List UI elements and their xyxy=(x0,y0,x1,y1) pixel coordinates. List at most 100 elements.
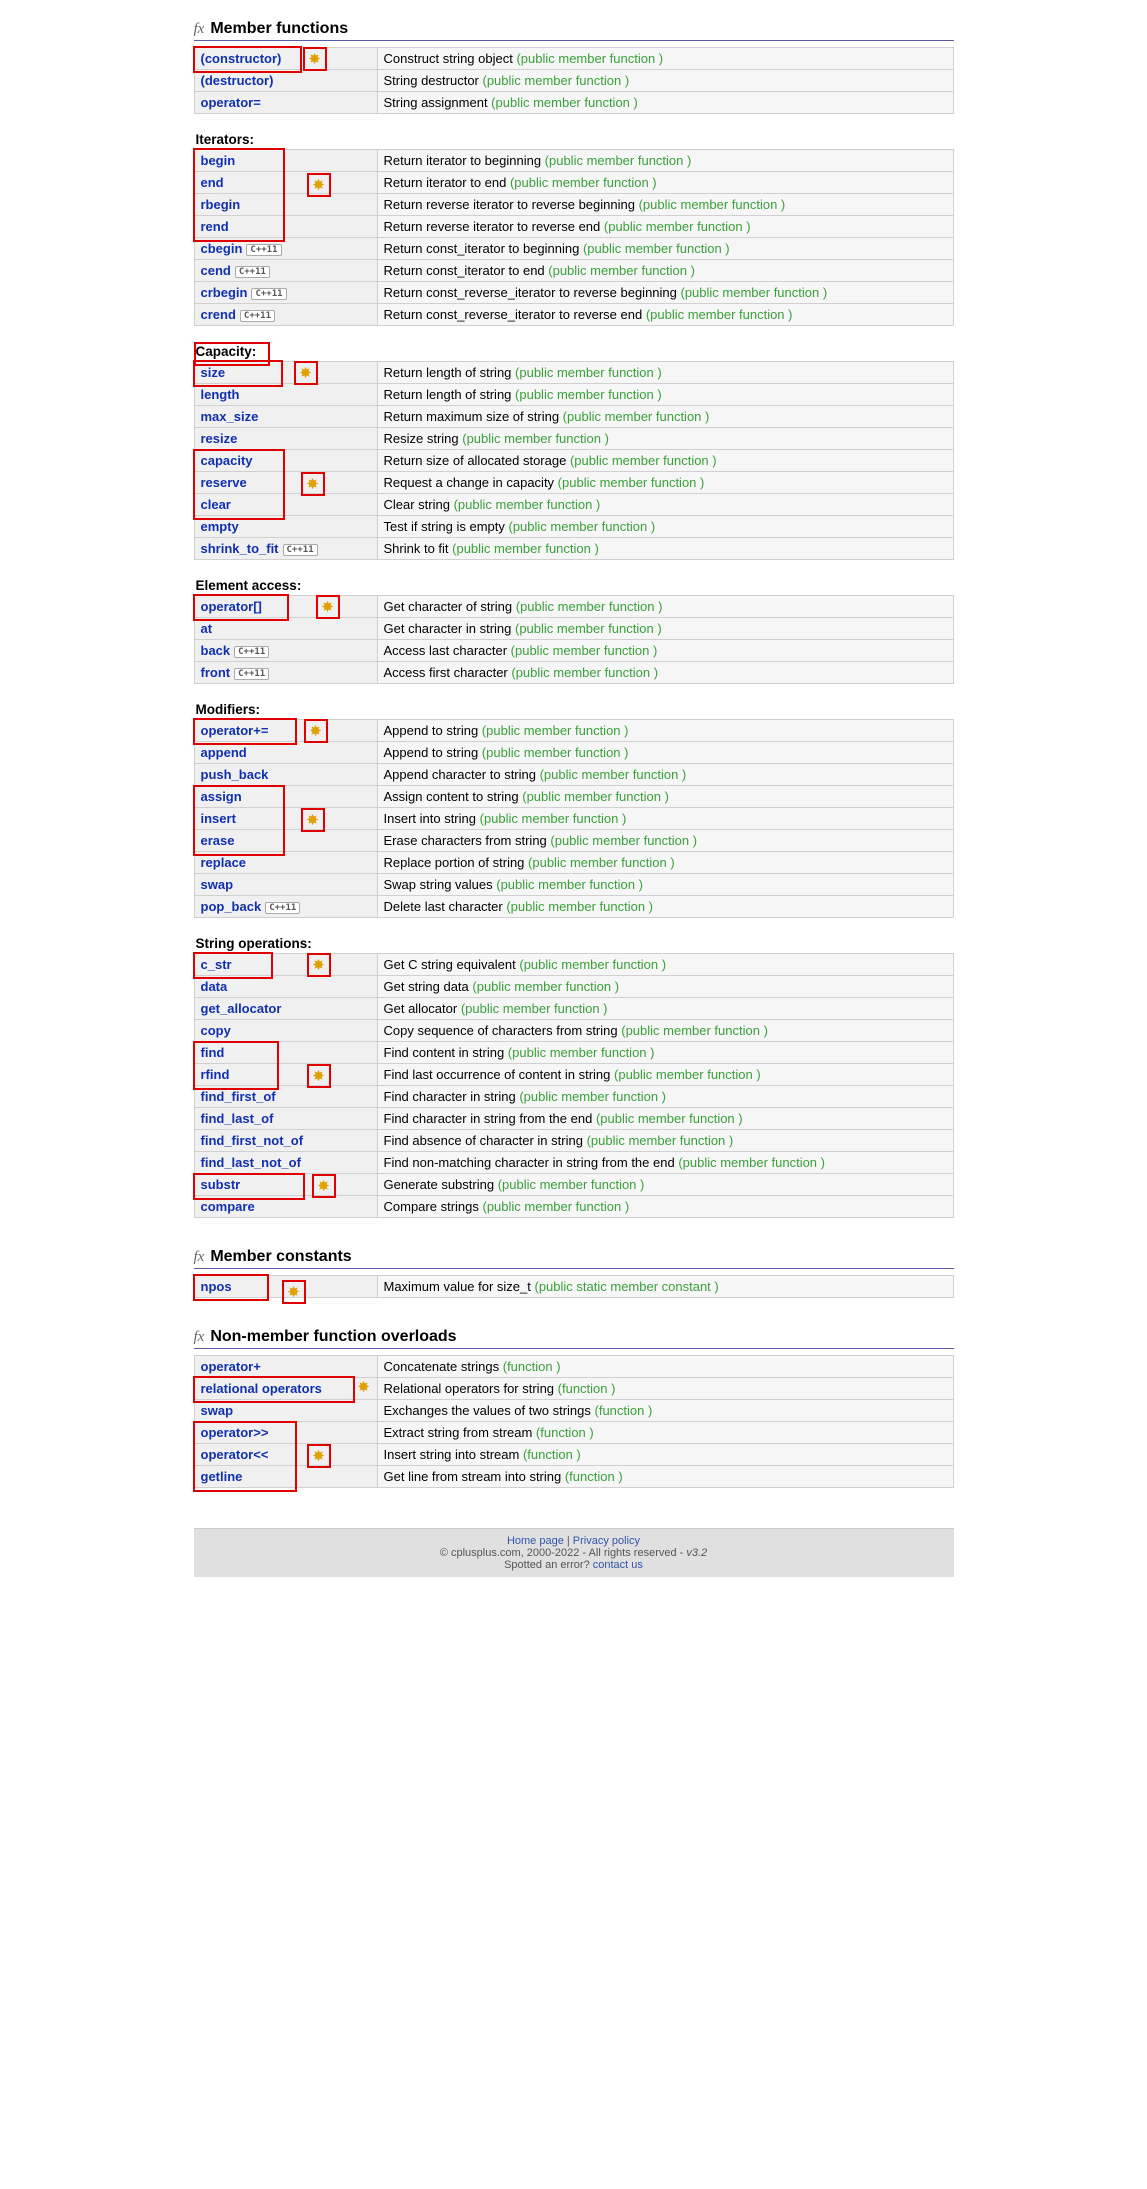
function-link[interactable]: length xyxy=(201,387,240,402)
function-link[interactable]: crbegin xyxy=(201,285,248,300)
function-link[interactable]: assign xyxy=(201,789,242,804)
function-desc-cell: Find content in string (public member fu… xyxy=(377,1042,953,1064)
function-link[interactable]: find_last_not_of xyxy=(201,1155,301,1170)
table-row: substrGenerate substring (public member … xyxy=(194,1174,953,1196)
function-link[interactable]: find_first_not_of xyxy=(201,1133,304,1148)
function-link[interactable]: (constructor) xyxy=(201,51,282,66)
function-link[interactable]: compare xyxy=(201,1199,255,1214)
function-desc-cell: Get C string equivalent (public member f… xyxy=(377,954,953,976)
function-link[interactable]: (destructor) xyxy=(201,73,274,88)
function-link[interactable]: operator+= xyxy=(201,723,269,738)
table-row: nposMaximum value for size_t (public sta… xyxy=(194,1276,953,1298)
table-row: erase Erase characters from string (publi… xyxy=(194,830,953,852)
function-name-cell: length xyxy=(194,384,377,406)
function-link[interactable]: operator= xyxy=(201,95,261,110)
function-link[interactable]: data xyxy=(201,979,228,994)
function-link[interactable]: insert xyxy=(201,811,236,826)
function-link[interactable]: swap xyxy=(201,877,234,892)
function-link[interactable]: rfind xyxy=(201,1067,230,1082)
annotation-star-box: ✸ xyxy=(307,1064,331,1088)
function-link[interactable]: end xyxy=(201,175,224,190)
function-desc-cell: String destructor (public member functio… xyxy=(377,70,953,92)
member-type-label: (public member function ) xyxy=(604,219,751,234)
member-type-label: (public member function ) xyxy=(506,899,653,914)
function-desc: Find absence of character in string xyxy=(384,1133,587,1148)
function-link[interactable]: find_first_of xyxy=(201,1089,276,1104)
function-link[interactable]: reserve xyxy=(201,475,247,490)
member-type-label: (public member function ) xyxy=(480,811,627,826)
function-desc-cell: Erase characters from string (public mem… xyxy=(377,830,953,852)
page-footer: Home page | Privacy policy © cplusplus.c… xyxy=(194,1528,954,1577)
function-link[interactable]: size xyxy=(201,365,226,380)
function-link[interactable]: erase xyxy=(201,833,235,848)
function-link[interactable]: max_size xyxy=(201,409,259,424)
section-heading-member-functions: fx Member functions xyxy=(194,20,954,41)
function-link[interactable]: operator>> xyxy=(201,1425,269,1440)
function-link[interactable]: clear xyxy=(201,497,231,512)
subhead-string-operations: String operations: xyxy=(196,936,312,951)
function-link[interactable]: rbegin xyxy=(201,197,241,212)
cpp11-badge: C++11 xyxy=(234,668,269,680)
function-link[interactable]: copy xyxy=(201,1023,231,1038)
function-link[interactable]: cbegin xyxy=(201,241,243,256)
function-link[interactable]: at xyxy=(201,621,213,636)
function-link[interactable]: find_last_of xyxy=(201,1111,274,1126)
footer-contact-link[interactable]: contact us xyxy=(593,1559,643,1571)
function-link[interactable]: cend xyxy=(201,263,231,278)
footer-home-link[interactable]: Home page xyxy=(507,1535,564,1547)
function-link[interactable]: relational operators xyxy=(201,1381,322,1396)
member-type-label: (public member function ) xyxy=(482,745,629,760)
function-desc-cell: Return const_iterator to end (public mem… xyxy=(377,260,953,282)
function-link[interactable]: get_allocator xyxy=(201,1001,282,1016)
table-row: find_last_ofFind character in string fro… xyxy=(194,1108,953,1130)
function-desc: Copy sequence of characters from string xyxy=(384,1023,622,1038)
function-link[interactable]: operator+ xyxy=(201,1359,261,1374)
function-name-cell: crbeginC++11 xyxy=(194,282,377,304)
function-name-cell: copy xyxy=(194,1020,377,1042)
member-type-label: (public member function ) xyxy=(558,475,705,490)
fx-icon: fx xyxy=(194,1329,205,1346)
member-type-label: (public member function ) xyxy=(646,307,793,322)
function-link[interactable]: replace xyxy=(201,855,247,870)
function-link[interactable]: pop_back xyxy=(201,899,262,914)
function-link[interactable]: getline xyxy=(201,1469,243,1484)
function-link[interactable]: c_str xyxy=(201,957,232,972)
function-link[interactable]: resize xyxy=(201,431,238,446)
function-link[interactable]: front xyxy=(201,665,231,680)
function-name-cell: data xyxy=(194,976,377,998)
footer-privacy-link[interactable]: Privacy policy xyxy=(573,1535,640,1547)
heading-text: Member constants xyxy=(210,1248,351,1266)
function-desc: Replace portion of string xyxy=(384,855,529,870)
star-icon: ✸ xyxy=(312,1449,325,1464)
function-link[interactable]: npos xyxy=(201,1279,232,1294)
function-link[interactable]: shrink_to_fit xyxy=(201,541,279,556)
function-desc: Get C string equivalent xyxy=(384,957,520,972)
function-link[interactable]: find xyxy=(201,1045,225,1060)
function-link[interactable]: empty xyxy=(201,519,239,534)
member-type-label: (public member function ) xyxy=(511,643,658,658)
star-icon: ✸ xyxy=(312,1069,325,1084)
function-desc: Generate substring xyxy=(384,1177,498,1192)
subhead-capacity: Capacity: xyxy=(196,344,257,359)
member-type-label: (public member function ) xyxy=(570,453,717,468)
function-desc: Shrink to fit xyxy=(384,541,453,556)
function-link[interactable]: begin xyxy=(201,153,236,168)
function-link[interactable]: substr xyxy=(201,1177,241,1192)
member-type-label: (public member function ) xyxy=(515,365,662,380)
member-type-label: (public member function ) xyxy=(540,767,687,782)
function-link[interactable]: swap xyxy=(201,1403,234,1418)
annotation-star-box: ✸ xyxy=(282,1280,306,1304)
function-link[interactable]: capacity xyxy=(201,453,253,468)
function-name-cell: rfind xyxy=(194,1064,377,1086)
annotation-star-box: ✸ xyxy=(307,953,331,977)
function-link[interactable]: push_back xyxy=(201,767,269,782)
function-name-cell: resize xyxy=(194,428,377,450)
function-link[interactable]: operator[] xyxy=(201,599,262,614)
function-link[interactable]: operator<< xyxy=(201,1447,269,1462)
function-desc-cell: Insert into string (public member functi… xyxy=(377,808,953,830)
function-link[interactable]: back xyxy=(201,643,231,658)
function-link[interactable]: crend xyxy=(201,307,236,322)
table-row: find Find content in string (public membe… xyxy=(194,1042,953,1064)
function-link[interactable]: append xyxy=(201,745,247,760)
function-link[interactable]: rend xyxy=(201,219,229,234)
